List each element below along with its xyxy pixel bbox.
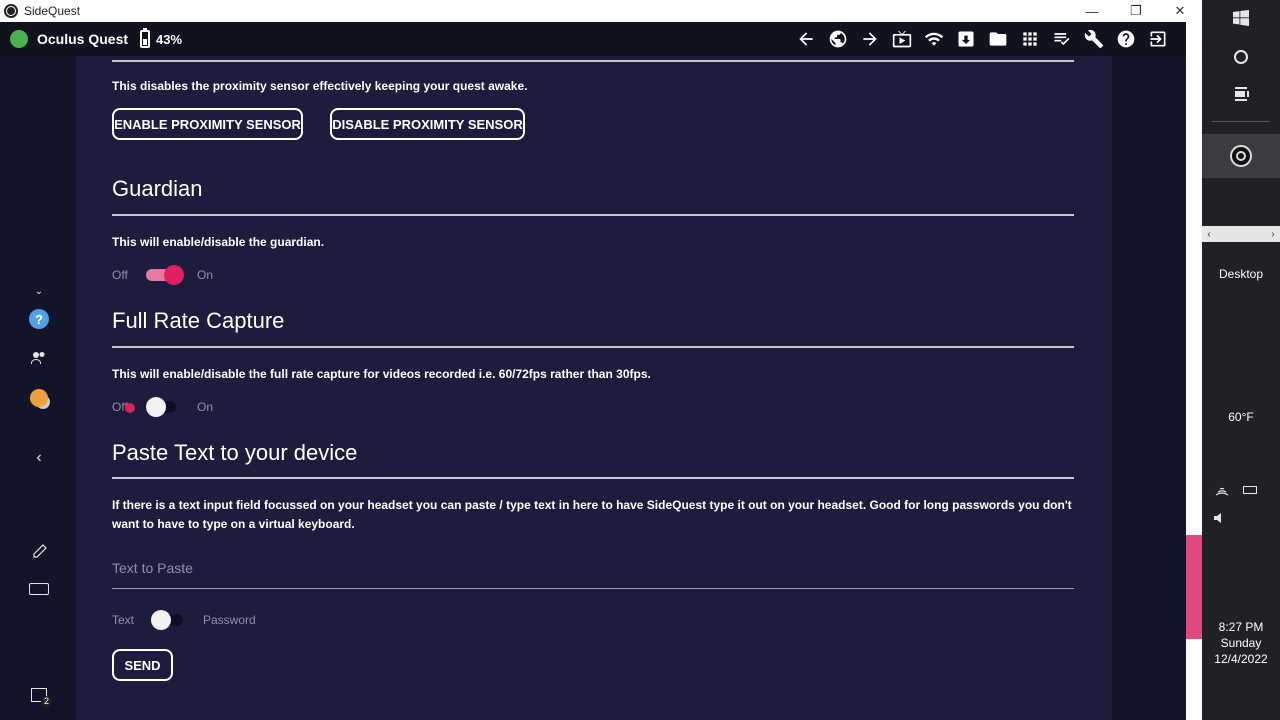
windows-taskbar: [1202, 0, 1280, 720]
temperature[interactable]: 60°F: [1202, 410, 1280, 424]
chevron-double-down-icon[interactable]: ⌄: [0, 284, 78, 298]
notifications-icon[interactable]: 2: [0, 684, 78, 707]
people-icon[interactable]: [0, 348, 78, 368]
chevron-right-icon[interactable]: ›: [1266, 226, 1280, 242]
windows-start-icon[interactable]: [1202, 6, 1280, 30]
paste-heading: Paste Text to your device: [112, 440, 358, 465]
search-circle-icon[interactable]: [1202, 45, 1280, 69]
guardian-off-label: Off: [112, 268, 128, 282]
guardian-toggle-knob[interactable]: [164, 265, 184, 285]
paste-description-line1: If there is a text input field focussed …: [112, 498, 1072, 512]
proximity-description: This disables the proximity sensor effec…: [112, 79, 528, 93]
pen-icon[interactable]: [0, 542, 78, 562]
page-scrollbar-thumb[interactable]: [1186, 535, 1202, 639]
guardian-on-label: On: [197, 268, 214, 282]
paste-input-underline: [112, 588, 1074, 589]
volume-icon[interactable]: [1210, 510, 1230, 526]
battery-icon: [140, 28, 151, 48]
back-arrow-icon[interactable]: [790, 22, 822, 56]
full-rate-toggle-knob[interactable]: [146, 397, 166, 417]
clock-day[interactable]: Sunday: [1202, 636, 1280, 650]
exit-icon[interactable]: [1142, 22, 1174, 56]
battery-tray-icon[interactable]: [1240, 482, 1260, 498]
window-title: SideQuest: [24, 4, 81, 18]
wrench-icon[interactable]: [1078, 22, 1110, 56]
paste-text-input[interactable]: Text to Paste: [112, 560, 193, 576]
window-controls: — ❐ ✕: [1070, 0, 1202, 22]
send-button[interactable]: SEND: [112, 649, 173, 681]
text-mode-label: Text: [112, 613, 135, 627]
device-toolbar: Oculus Quest 43%: [0, 22, 1186, 56]
desktop-label[interactable]: Desktop: [1202, 267, 1280, 281]
task-view-icon[interactable]: [1202, 82, 1280, 106]
network-icon[interactable]: [1212, 482, 1232, 498]
task-list-icon[interactable]: [1046, 22, 1078, 56]
right-gutter: [1112, 56, 1186, 720]
paste-description-line2: want to have to type on a virtual keyboa…: [112, 517, 355, 531]
guardian-description: This will enable/disable the guardian.: [112, 235, 325, 249]
section-divider: [112, 477, 1074, 479]
clock-time[interactable]: 8:27 PM: [1202, 620, 1280, 634]
battery-level: 43%: [156, 31, 183, 47]
forward-arrow-icon[interactable]: [854, 22, 886, 56]
help-globe-icon[interactable]: ?: [0, 307, 78, 331]
close-button[interactable]: ✕: [1158, 0, 1202, 22]
show-hidden-icons-chevron-icon[interactable]: ‹: [0, 449, 78, 467]
chevron-left-icon[interactable]: ‹: [1202, 226, 1216, 242]
sidequest-logo-icon: [4, 4, 18, 18]
wifi-icon[interactable]: [918, 22, 950, 56]
weather-icon[interactable]: [0, 388, 78, 408]
sidequest-taskbar-icon[interactable]: [1202, 143, 1280, 169]
minimize-button[interactable]: —: [1070, 0, 1114, 22]
password-toggle-knob[interactable]: [151, 610, 171, 630]
section-divider: [112, 214, 1074, 216]
disable-proximity-button[interactable]: DISABLE PROXIMITY SENSOR: [330, 108, 525, 140]
password-mode-label: Password: [203, 613, 256, 627]
media-icon[interactable]: [886, 22, 918, 56]
section-divider: [112, 346, 1074, 348]
guardian-heading: Guardian: [112, 176, 203, 201]
download-box-icon[interactable]: [950, 22, 982, 56]
full-rate-description: This will enable/disable the full rate c…: [112, 367, 651, 381]
help-icon[interactable]: [1110, 22, 1142, 56]
device-name: Oculus Quest: [37, 31, 129, 47]
globe-icon[interactable]: [822, 22, 854, 56]
restore-button[interactable]: ❐: [1114, 0, 1158, 22]
toolbar-icons: [790, 22, 1174, 56]
section-divider: [112, 60, 1074, 62]
connection-status-icon: [10, 30, 28, 48]
mouse-cursor-icon: [125, 403, 135, 413]
enable-proximity-button[interactable]: ENABLE PROXIMITY SENSOR: [112, 108, 303, 140]
taskbar-divider: [1212, 121, 1270, 122]
keyboard-icon[interactable]: [0, 580, 78, 598]
window-titlebar: SideQuest — ❐ ✕: [0, 0, 1202, 22]
full-rate-on-label: On: [197, 400, 214, 414]
apps-grid-icon[interactable]: [1014, 22, 1046, 56]
notification-count: 2: [41, 696, 52, 707]
folder-icon[interactable]: [982, 22, 1014, 56]
clock-date[interactable]: 12/4/2022: [1202, 652, 1280, 666]
full-rate-heading: Full Rate Capture: [112, 308, 285, 333]
